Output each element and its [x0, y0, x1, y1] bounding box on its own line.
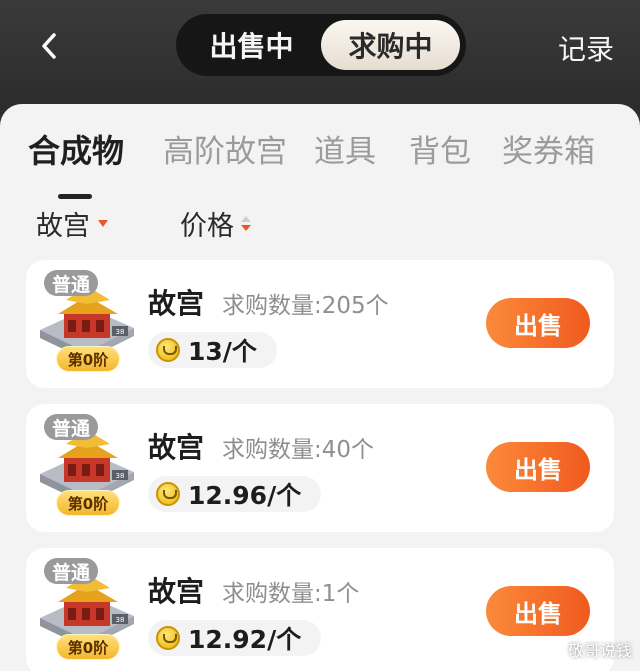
- sort-icon: [241, 216, 251, 231]
- tab-lottery-box[interactable]: 奖券箱: [502, 126, 595, 171]
- price-sort-label: 价格: [180, 211, 234, 242]
- tab-composite[interactable]: 合成物: [28, 126, 124, 172]
- stage-badge: 第0阶: [56, 346, 120, 372]
- price-sort[interactable]: 价格: [180, 204, 251, 243]
- watermark-text: 敬哥说钱: [567, 641, 632, 660]
- back-button[interactable]: [34, 26, 64, 66]
- tab-props[interactable]: 道具: [314, 126, 376, 171]
- wechat-icon: [542, 640, 563, 657]
- svg-text:38: 38: [116, 616, 125, 624]
- watermark: 敬哥说钱: [542, 637, 632, 661]
- type-filter-label: 故宫: [36, 211, 90, 242]
- market-mode-switch: 出售中 求购中: [176, 14, 466, 76]
- tab-advanced-palace[interactable]: 高阶故宫: [163, 126, 287, 171]
- coin-icon: [156, 482, 180, 506]
- item-name: 故宫: [148, 575, 205, 608]
- list-item: 普通 38 第0阶 故宫 求购数量:40个 12.96/个 出售: [26, 404, 614, 532]
- item-thumbnail: 普通 38 第0阶: [34, 268, 140, 380]
- price-tag: 13/个: [148, 332, 277, 368]
- stage-badge: 第0阶: [56, 634, 120, 660]
- svg-text:38: 38: [116, 472, 125, 480]
- demand-quantity: 求购数量:40个: [222, 437, 375, 463]
- demand-quantity: 求购数量:205个: [222, 293, 389, 319]
- unit-price: 12.96/个: [188, 481, 302, 510]
- filter-bar: 故宫 价格: [0, 204, 640, 248]
- category-tabs: 合成物 高阶故宫 道具 背包 奖券箱: [0, 126, 640, 199]
- sell-button[interactable]: 出售: [486, 298, 590, 348]
- unit-price: 12.92/个: [188, 625, 302, 654]
- caret-down-icon: [98, 220, 108, 227]
- price-tag: 12.96/个: [148, 476, 322, 512]
- list-item: 普通 38 第0阶 故宫 求购数量:205个 13/个 出售: [26, 260, 614, 388]
- unit-price: 13/个: [188, 337, 257, 366]
- coin-icon: [156, 626, 180, 650]
- tier-badge: 普通: [44, 414, 98, 440]
- demand-quantity: 求购数量:1个: [222, 581, 360, 607]
- top-bar: 出售中 求购中 记录: [0, 0, 640, 110]
- sell-button[interactable]: 出售: [486, 442, 590, 492]
- tab-selling[interactable]: 出售中: [182, 20, 321, 70]
- price-tag: 12.92/个: [148, 620, 322, 656]
- tab-buying[interactable]: 求购中: [321, 20, 460, 70]
- stage-badge: 第0阶: [56, 490, 120, 516]
- tier-badge: 普通: [44, 558, 98, 584]
- chevron-left-icon: [42, 33, 56, 59]
- item-name: 故宫: [148, 287, 205, 320]
- type-filter[interactable]: 故宫: [36, 204, 108, 243]
- item-thumbnail: 普通 38 第0阶: [34, 556, 140, 668]
- svg-text:38: 38: [116, 328, 125, 336]
- sell-button[interactable]: 出售: [486, 586, 590, 636]
- item-name: 故宫: [148, 431, 205, 464]
- active-tab-indicator: [58, 194, 92, 199]
- record-link[interactable]: 记录: [558, 28, 614, 68]
- tier-badge: 普通: [44, 270, 98, 296]
- list-item: 普通 38 第0阶 故宫 求购数量:1个 12.92/个 出售: [26, 548, 614, 671]
- coin-icon: [156, 338, 180, 362]
- market-panel: 合成物 高阶故宫 道具 背包 奖券箱 故宫 价格 普通 38 第0阶 故宫 求购…: [0, 104, 640, 671]
- tab-backpack[interactable]: 背包: [409, 126, 471, 171]
- item-thumbnail: 普通 38 第0阶: [34, 412, 140, 524]
